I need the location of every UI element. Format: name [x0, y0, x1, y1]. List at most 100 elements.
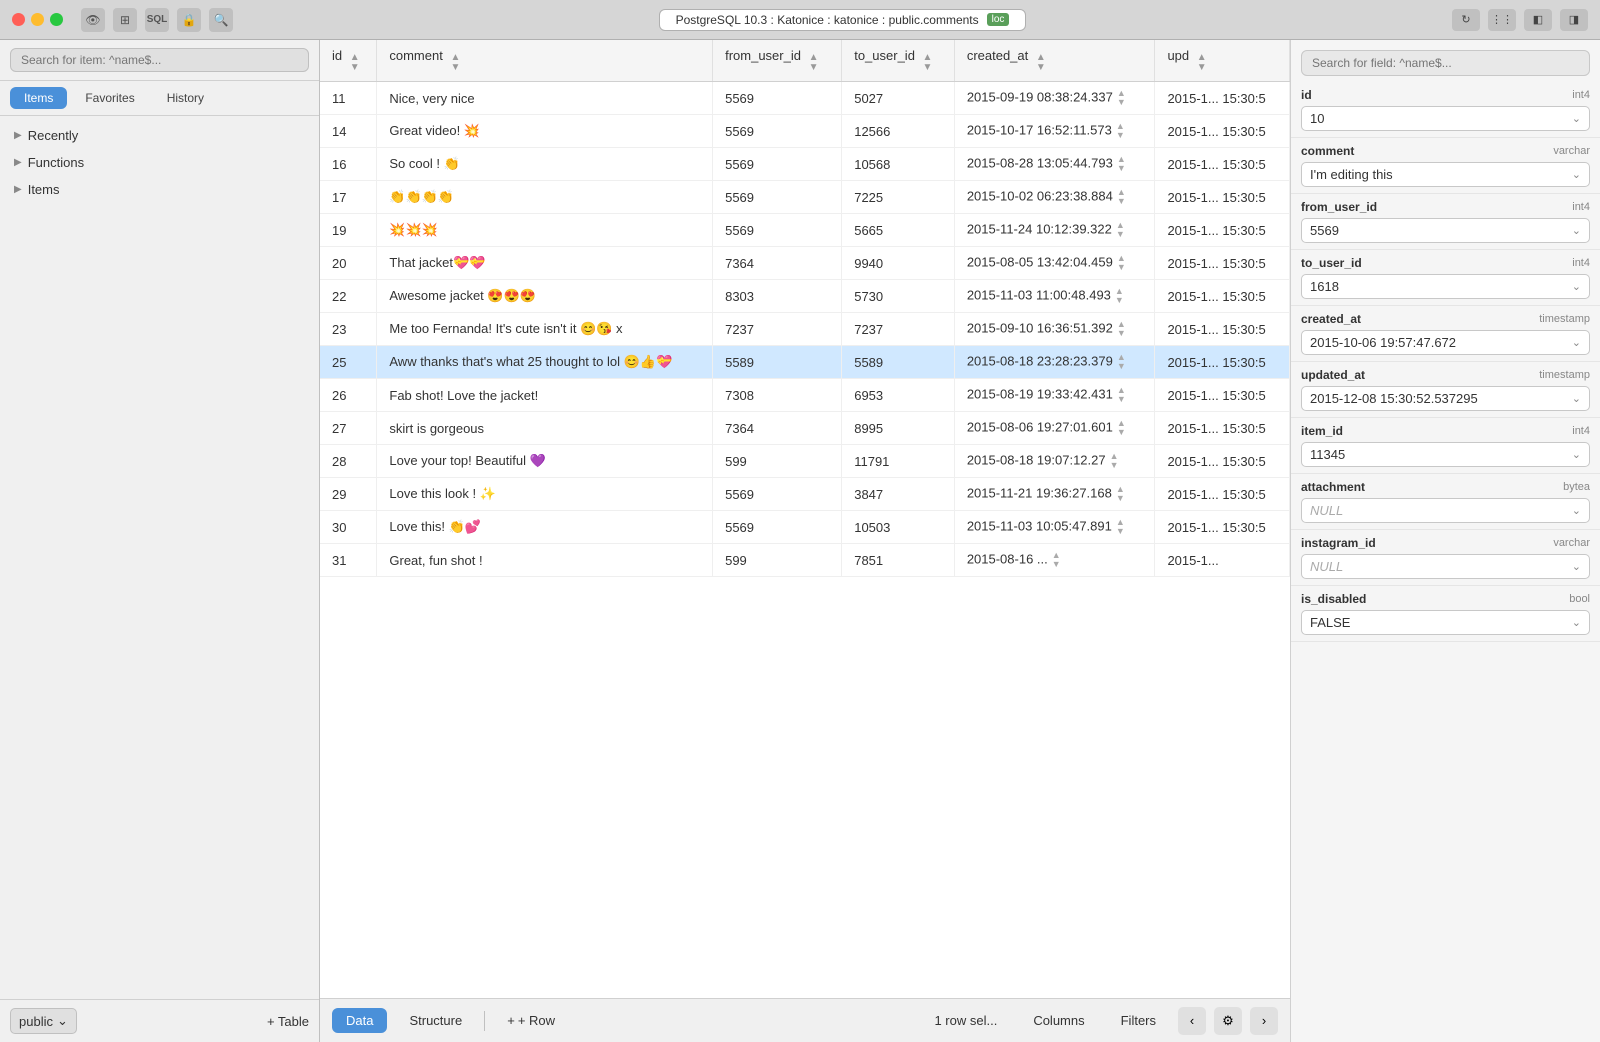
- lock-icon[interactable]: 🔒: [177, 8, 201, 32]
- col-id[interactable]: id ▲▼: [320, 40, 377, 82]
- table-cell: 3847: [842, 478, 955, 511]
- data-tab-button[interactable]: Data: [332, 1008, 387, 1033]
- field-search-input[interactable]: [1301, 50, 1590, 76]
- next-page-button[interactable]: ›: [1250, 1007, 1278, 1035]
- row-sort-arrows[interactable]: ▲▼: [1110, 452, 1119, 470]
- row-sort-arrows[interactable]: ▲▼: [1117, 188, 1126, 206]
- col-comment[interactable]: comment ▲▼: [377, 40, 713, 82]
- field-value-wrapper[interactable]: 11345⌄: [1301, 442, 1590, 467]
- row-sort-arrows[interactable]: ▲▼: [1116, 221, 1125, 239]
- field-value-wrapper[interactable]: I'm editing this⌄: [1301, 162, 1590, 187]
- add-row-button[interactable]: + + Row: [493, 1008, 569, 1033]
- sidebar-item-recently[interactable]: ▶ Recently: [0, 122, 319, 149]
- field-value-wrapper[interactable]: 2015-12-08 15:30:52.537295⌄: [1301, 386, 1590, 411]
- table-row[interactable]: 25Aww thanks that's what 25 thought to l…: [320, 346, 1290, 379]
- table-wrapper[interactable]: id ▲▼ comment ▲▼ from_user_id ▲▼ to_user…: [320, 40, 1290, 998]
- row-sort-arrows[interactable]: ▲▼: [1115, 287, 1124, 305]
- field-value-wrapper[interactable]: 2015-10-06 19:57:47.672⌄: [1301, 330, 1590, 355]
- field-value-wrapper[interactable]: NULL⌄: [1301, 554, 1590, 579]
- schema-select[interactable]: public ⌄: [10, 1008, 77, 1034]
- chevron-down-icon[interactable]: ⌄: [1572, 560, 1581, 573]
- row-sort-arrows[interactable]: ▲▼: [1117, 320, 1126, 338]
- field-value-wrapper[interactable]: FALSE⌄: [1301, 610, 1590, 635]
- row-sort-arrows[interactable]: ▲▼: [1116, 485, 1125, 503]
- field-type: timestamp: [1539, 369, 1590, 381]
- sort-icon: ▲▼: [1197, 53, 1207, 73]
- columns-button[interactable]: Columns: [1019, 1008, 1098, 1033]
- row-sort-arrows[interactable]: ▲▼: [1116, 122, 1125, 140]
- prev-page-button[interactable]: ‹: [1178, 1007, 1206, 1035]
- row-sort-arrows[interactable]: ▲▼: [1117, 386, 1126, 404]
- field-value-wrapper[interactable]: 10⌄: [1301, 106, 1590, 131]
- table-row[interactable]: 14Great video! 💥5569125662015-10-17 16:5…: [320, 115, 1290, 148]
- table-row[interactable]: 19💥💥💥556956652015-11-24 10:12:39.322▲▼20…: [320, 214, 1290, 247]
- table-row[interactable]: 16So cool ! 👏5569105682015-08-28 13:05:4…: [320, 148, 1290, 181]
- chevron-down-icon[interactable]: ⌄: [1572, 392, 1581, 405]
- settings-button[interactable]: ⚙: [1214, 1007, 1242, 1035]
- table-row[interactable]: 26Fab shot! Love the jacket!730869532015…: [320, 379, 1290, 412]
- chevron-down-icon[interactable]: ⌄: [1572, 504, 1581, 517]
- window-left-button[interactable]: ◧: [1524, 9, 1552, 31]
- table-cell: 2015-08-18 19:07:12.27▲▼: [954, 445, 1155, 478]
- sidebar-item-items[interactable]: ▶ Items: [0, 176, 319, 203]
- table-row[interactable]: 31Great, fun shot !59978512015-08-16 ...…: [320, 544, 1290, 577]
- layout-icon[interactable]: ⊞: [113, 8, 137, 32]
- row-sort-arrows[interactable]: ▲▼: [1117, 254, 1126, 272]
- sidebar-search-input[interactable]: [10, 48, 309, 72]
- row-sort-arrows[interactable]: ▲▼: [1052, 551, 1061, 569]
- table-row[interactable]: 20That jacket💝💝736499402015-08-05 13:42:…: [320, 247, 1290, 280]
- window-right-button[interactable]: ◨: [1560, 9, 1588, 31]
- eye-icon[interactable]: 👁: [81, 8, 105, 32]
- titlebar: 👁 ⊞ SQL 🔒 🔍 PostgreSQL 10.3 : Katonice :…: [0, 0, 1600, 40]
- field-type: int4: [1572, 201, 1590, 213]
- chevron-down-icon[interactable]: ⌄: [1572, 168, 1581, 181]
- table-row[interactable]: 17👏👏👏👏556972252015-10-02 06:23:38.884▲▼2…: [320, 181, 1290, 214]
- sql-icon[interactable]: SQL: [145, 8, 169, 32]
- field-value-wrapper[interactable]: 1618⌄: [1301, 274, 1590, 299]
- row-sort-arrows[interactable]: ▲▼: [1116, 518, 1125, 536]
- chevron-down-icon[interactable]: ⌄: [1572, 112, 1581, 125]
- minimize-button[interactable]: [31, 13, 44, 26]
- refresh-button[interactable]: ↻: [1452, 9, 1480, 31]
- grid-button[interactable]: ⋮⋮: [1488, 9, 1516, 31]
- table-row[interactable]: 29Love this look ! ✨556938472015-11-21 1…: [320, 478, 1290, 511]
- main-area: Items Favorites History ▶ Recently ▶ Fun…: [0, 40, 1600, 1042]
- row-sort-arrows[interactable]: ▲▼: [1117, 89, 1126, 107]
- chevron-down-icon[interactable]: ⌄: [1572, 616, 1581, 629]
- sidebar-item-functions[interactable]: ▶ Functions: [0, 149, 319, 176]
- chevron-down-icon[interactable]: ⌄: [1572, 280, 1581, 293]
- table-row[interactable]: 28Love your top! Beautiful 💜599117912015…: [320, 445, 1290, 478]
- search-icon[interactable]: 🔍: [209, 8, 233, 32]
- table-row[interactable]: 22Awesome jacket 😍😍😍830357302015-11-03 1…: [320, 280, 1290, 313]
- field-value-wrapper[interactable]: 5569⌄: [1301, 218, 1590, 243]
- structure-tab-button[interactable]: Structure: [395, 1008, 476, 1033]
- field-name: updated_at: [1301, 368, 1365, 382]
- table-cell: 2015-1... 15:30:5: [1155, 511, 1290, 544]
- table-row[interactable]: 23Me too Fernanda! It's cute isn't it 😊😘…: [320, 313, 1290, 346]
- col-from-user-id[interactable]: from_user_id ▲▼: [713, 40, 842, 82]
- field-value-wrapper[interactable]: NULL⌄: [1301, 498, 1590, 523]
- table-row[interactable]: 11Nice, very nice556950272015-09-19 08:3…: [320, 82, 1290, 115]
- chevron-down-icon[interactable]: ⌄: [1572, 224, 1581, 237]
- chevron-down-icon[interactable]: ⌄: [1572, 448, 1581, 461]
- sort-icon: ▲▼: [923, 53, 933, 73]
- table-row[interactable]: 30Love this! 👏💕5569105032015-11-03 10:05…: [320, 511, 1290, 544]
- col-created-at[interactable]: created_at ▲▼: [954, 40, 1155, 82]
- field-row: created_attimestamp2015-10-06 19:57:47.6…: [1291, 306, 1600, 362]
- row-sort-arrows[interactable]: ▲▼: [1117, 419, 1126, 437]
- add-table-button[interactable]: + Table: [267, 1014, 309, 1029]
- close-button[interactable]: [12, 13, 25, 26]
- chevron-down-icon[interactable]: ⌄: [1572, 336, 1581, 349]
- maximize-button[interactable]: [50, 13, 63, 26]
- table-row[interactable]: 27skirt is gorgeous736489952015-08-06 19…: [320, 412, 1290, 445]
- tab-history[interactable]: History: [153, 87, 218, 109]
- row-sort-arrows[interactable]: ▲▼: [1117, 353, 1126, 371]
- col-to-user-id[interactable]: to_user_id ▲▼: [842, 40, 955, 82]
- filters-button[interactable]: Filters: [1107, 1008, 1170, 1033]
- tab-items[interactable]: Items: [10, 87, 67, 109]
- table-cell: That jacket💝💝: [377, 247, 713, 280]
- row-sort-arrows[interactable]: ▲▼: [1117, 155, 1126, 173]
- tab-favorites[interactable]: Favorites: [71, 87, 148, 109]
- table-cell: 2015-1... 15:30:5: [1155, 412, 1290, 445]
- col-upd[interactable]: upd ▲▼: [1155, 40, 1290, 82]
